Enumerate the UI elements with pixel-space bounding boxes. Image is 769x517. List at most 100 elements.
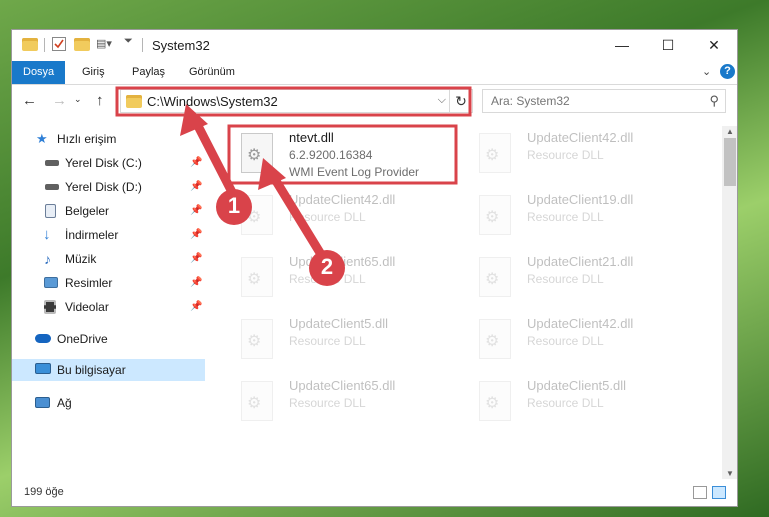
search-box[interactable]: ⚲	[482, 89, 726, 113]
details-view-icon[interactable]	[693, 486, 707, 499]
file-item[interactable]: ⚙ UpdateClient65.dll Resource DLL	[231, 250, 461, 306]
step-1-label: 1	[227, 193, 241, 218]
dll-file-icon: ⚙	[479, 133, 511, 173]
search-icon[interactable]: ⚲	[709, 93, 719, 109]
sidebar-item-videos[interactable]: Videolar 📌	[12, 296, 205, 318]
sidebar-item-label: OneDrive	[57, 332, 108, 346]
pin-icon[interactable]: 📌	[190, 176, 202, 198]
customize-quick-access-icon[interactable]: ▤▾	[96, 37, 112, 53]
gear-icon: ⚙	[485, 333, 500, 350]
sidebar-item-label: Bu bilgisayar	[57, 363, 126, 377]
folder-icon	[126, 95, 142, 108]
file-description: Resource DLL	[527, 272, 604, 286]
help-icon[interactable]: ?	[720, 64, 735, 79]
tab-home[interactable]: Giriş	[71, 61, 116, 84]
file-name: UpdateClient5.dll	[289, 316, 389, 331]
chevron-down-icon[interactable]: ⌄	[702, 65, 711, 78]
properties-icon[interactable]	[52, 37, 66, 51]
maximize-button[interactable]: ☐	[645, 30, 691, 60]
file-description: Resource DLL	[289, 396, 366, 410]
dll-file-icon: ⚙	[479, 195, 511, 235]
file-name: UpdateClient42.dll	[527, 316, 634, 331]
file-item[interactable]: ⚙ UpdateClient42.dll Resource DLL	[469, 126, 699, 182]
pin-icon[interactable]: 📌	[190, 248, 202, 270]
file-list: ⚙ ntevt.dll 6.2.9200.16384 WMI Event Log…	[221, 126, 721, 476]
sidebar-item-label: İndirmeler	[65, 228, 119, 242]
dll-file-icon: ⚙	[479, 257, 511, 297]
file-name: UpdateClient42.dll	[289, 192, 396, 207]
dll-file-icon: ⚙	[241, 257, 273, 297]
file-item[interactable]: ⚙ UpdateClient42.dll Resource DLL	[469, 312, 699, 368]
gear-icon: ⚙	[485, 209, 500, 226]
gear-icon: ⚙	[247, 147, 262, 164]
sidebar-item-disk-d[interactable]: Yerel Disk (D:) 📌	[12, 176, 205, 198]
gear-icon: ⚙	[485, 395, 500, 412]
sidebar-item-this-pc[interactable]: Bu bilgisayar	[12, 359, 205, 381]
explorer-window: ▤▾ ⏷ System32 — ☐ ✕ Dosya Giriş Paylaş G…	[11, 29, 738, 507]
sidebar-item-downloads[interactable]: ↓ İndirmeler 📌	[12, 224, 205, 246]
pin-icon[interactable]: 📌	[190, 296, 202, 318]
tab-file[interactable]: Dosya	[12, 61, 66, 84]
file-description: Resource DLL	[527, 148, 604, 162]
up-button[interactable]: ↑	[96, 92, 104, 109]
navigation-pane: ★ Hızlı erişim Yerel Disk (C:) 📌 Yerel D…	[12, 126, 205, 476]
file-item[interactable]: ⚙ UpdateClient19.dll Resource DLL	[469, 188, 699, 244]
address-path[interactable]: C:\Windows\System32	[147, 94, 278, 109]
new-folder-icon[interactable]	[74, 38, 90, 51]
sidebar-item-onedrive[interactable]: OneDrive	[12, 328, 205, 350]
address-dropdown-icon[interactable]: ⌵	[438, 94, 446, 107]
sidebar-item-quick-access[interactable]: ★ Hızlı erişim	[12, 128, 205, 150]
tiles-view-icon[interactable]	[712, 486, 726, 499]
file-item-ntevt[interactable]: ⚙ ntevt.dll 6.2.9200.16384 WMI Event Log…	[231, 126, 461, 182]
drive-icon	[45, 160, 59, 166]
file-item[interactable]: ⚙ UpdateClient65.dll Resource DLL	[231, 374, 461, 430]
scrollbar-thumb[interactable]	[724, 138, 736, 186]
pin-icon[interactable]: 📌	[190, 200, 202, 222]
dll-file-icon: ⚙	[241, 381, 273, 421]
sidebar-item-disk-c[interactable]: Yerel Disk (C:) 📌	[12, 152, 205, 174]
computer-icon	[35, 363, 51, 374]
gear-icon: ⚙	[247, 271, 262, 288]
sidebar-item-documents[interactable]: Belgeler 📌	[12, 200, 205, 222]
search-input[interactable]	[489, 93, 693, 109]
sidebar-item-label: Hızlı erişim	[57, 132, 117, 146]
sidebar-item-label: Belgeler	[65, 204, 110, 218]
forward-button[interactable]: →	[52, 92, 67, 109]
scroll-up-icon[interactable]: ▲	[722, 127, 737, 136]
file-description: Resource DLL	[527, 396, 604, 410]
gear-icon: ⚙	[485, 147, 500, 164]
dll-file-icon: ⚙	[479, 381, 511, 421]
gear-icon: ⚙	[247, 333, 262, 350]
sidebar-item-label: Müzik	[65, 252, 97, 266]
pin-icon[interactable]: 📌	[190, 152, 202, 174]
tab-view[interactable]: Görünüm	[178, 61, 246, 84]
scroll-down-icon[interactable]: ▼	[722, 469, 737, 478]
close-button[interactable]: ✕	[691, 30, 737, 60]
recent-locations-icon[interactable]: ⌄	[74, 94, 82, 105]
back-button[interactable]: ←	[22, 92, 37, 109]
file-item[interactable]: ⚙ UpdateClient5.dll Resource DLL	[231, 312, 461, 368]
file-item[interactable]: ⚙ UpdateClient21.dll Resource DLL	[469, 250, 699, 306]
vertical-scrollbar[interactable]: ▲ ▼	[722, 126, 737, 479]
videos-icon	[44, 300, 56, 314]
pin-icon[interactable]: 📌	[190, 224, 202, 246]
file-item[interactable]: ⚙ UpdateClient5.dll Resource DLL	[469, 374, 699, 430]
address-bar[interactable]: C:\Windows\System32 ⌵ ↻	[120, 89, 473, 113]
divider	[44, 38, 45, 52]
star-icon: ★	[36, 131, 48, 146]
minimize-button[interactable]: —	[599, 30, 645, 60]
dll-file-icon: ⚙	[241, 319, 273, 359]
file-item[interactable]: ⚙ UpdateClient42.dll Resource DLL	[231, 188, 461, 244]
sidebar-item-label: Resimler	[65, 276, 113, 290]
sidebar-item-network[interactable]: Ağ	[12, 392, 205, 414]
pin-icon[interactable]: 📌	[190, 272, 202, 294]
network-icon	[35, 397, 50, 408]
refresh-button[interactable]: ↻	[449, 90, 472, 112]
quick-access-dropdown-icon[interactable]: ⏷	[124, 35, 133, 51]
tab-share[interactable]: Paylaş	[121, 61, 176, 84]
file-version: 6.2.9200.16384	[289, 148, 373, 162]
sidebar-item-music[interactable]: ♪ Müzik 📌	[12, 248, 205, 270]
window-title: System32	[152, 38, 210, 53]
gear-icon: ⚙	[247, 395, 262, 412]
sidebar-item-pictures[interactable]: Resimler 📌	[12, 272, 205, 294]
